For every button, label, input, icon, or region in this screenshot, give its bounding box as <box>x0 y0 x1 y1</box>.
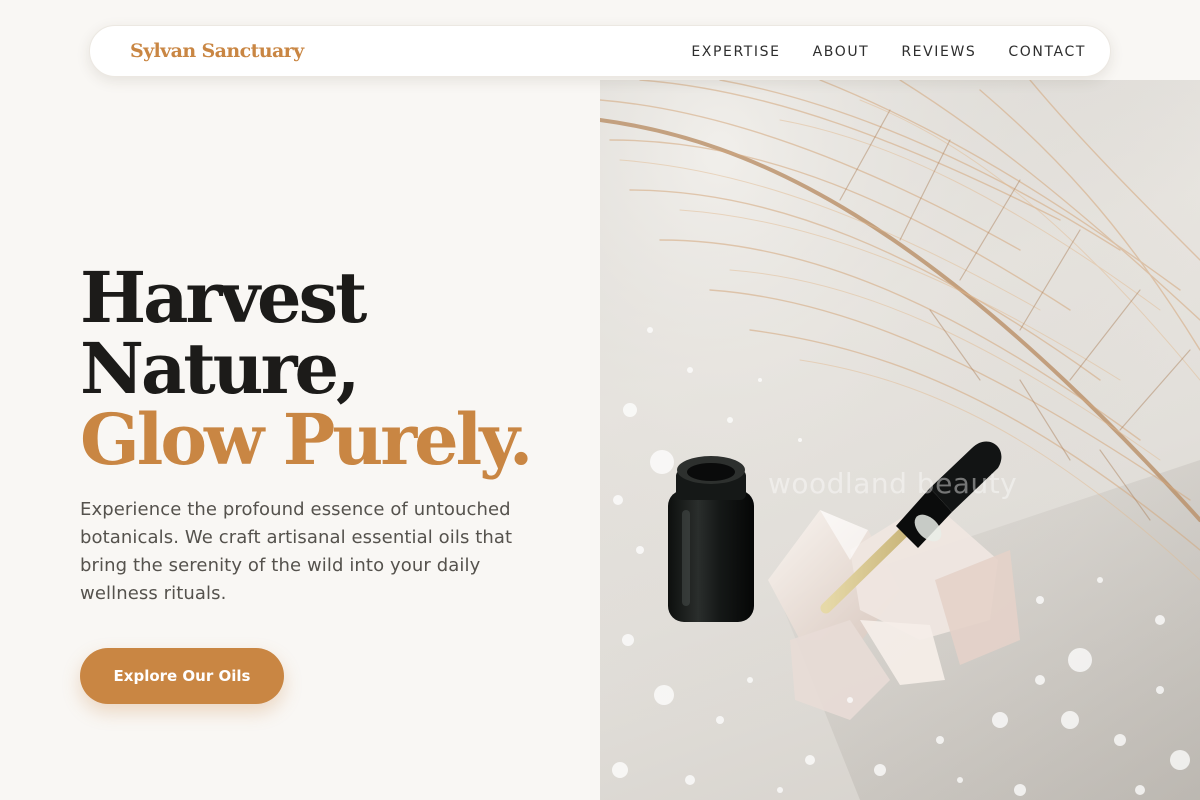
nav-link-contact[interactable]: CONTACT <box>1008 44 1086 60</box>
headline-line-2: Nature, <box>80 327 360 410</box>
nav-link-about[interactable]: ABOUT <box>813 44 870 60</box>
headline-accent: Glow Purely. <box>80 398 533 481</box>
nav-link-reviews[interactable]: REVIEWS <box>901 44 976 60</box>
hero-description: Experience the profound essence of untou… <box>80 499 513 604</box>
dropper-bottle <box>668 456 754 622</box>
hero-photo-illustration <box>600 80 1200 800</box>
headline-line-1: Harvest <box>80 256 367 339</box>
brand-logo[interactable]: Sylvan Sanctuary <box>130 40 304 62</box>
hero-headline: Harvest Nature, Glow Purely. <box>80 256 533 481</box>
nav-links: EXPERTISE ABOUT REVIEWS CONTACT <box>659 26 1086 78</box>
nav-link-expertise[interactable]: EXPERTISE <box>691 44 780 60</box>
image-watermark: woodland beauty <box>768 467 1018 500</box>
hero-image: woodland beauty <box>600 80 1200 800</box>
navbar: Sylvan Sanctuary EXPERTISE ABOUT REVIEWS… <box>89 25 1111 77</box>
explore-oils-button[interactable]: Explore Our Oils <box>80 648 284 704</box>
